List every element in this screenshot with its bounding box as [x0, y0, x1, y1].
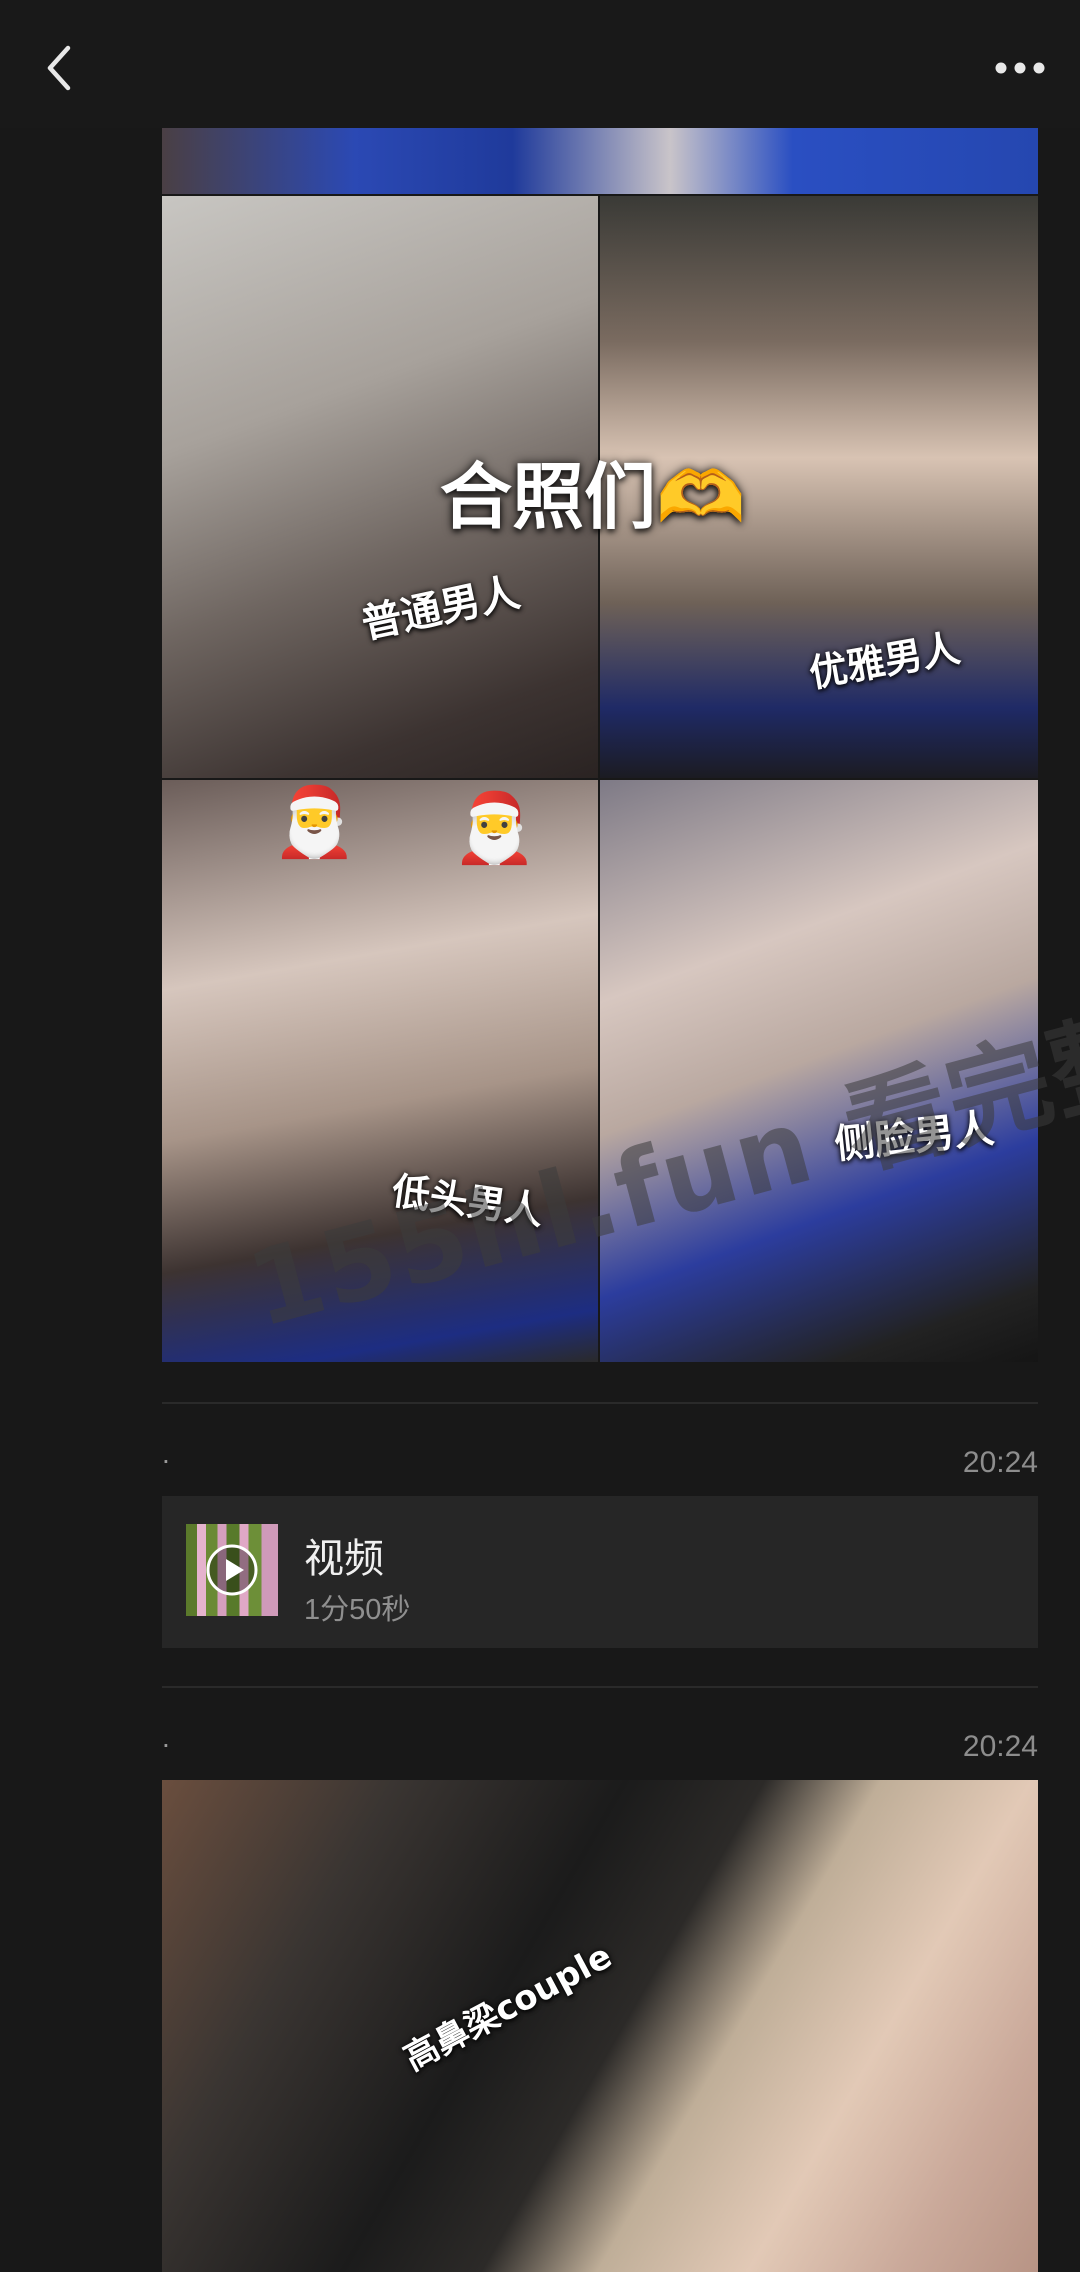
photo-label-couple: 高鼻梁couple — [397, 1936, 619, 2079]
divider — [162, 1686, 1038, 1688]
post-dot: . — [162, 1438, 170, 1469]
collage-photo-head-down[interactable]: 🎅 🎅 低头男人 — [162, 780, 598, 1362]
divider — [162, 1402, 1038, 1404]
video-title: 视频 — [304, 1537, 384, 1581]
collage-title: 合照们🫶 — [440, 455, 746, 539]
photo-label-side-face: 侧脸男人 — [832, 1105, 997, 1169]
santa-sticker-icon: 🎅 — [272, 784, 357, 860]
collage-photo-side-face[interactable]: 侧脸男人 — [600, 780, 1038, 1362]
collage-top-strip[interactable] — [162, 128, 1038, 194]
more-horizontal-icon — [995, 62, 1045, 74]
post-time: 20:24 — [962, 1446, 1038, 1479]
chevron-left-icon — [47, 45, 71, 91]
post-dot: . — [162, 1722, 170, 1753]
santa-sticker-icon: 🎅 — [452, 790, 537, 866]
more-options-button[interactable] — [988, 36, 1052, 100]
back-button[interactable] — [28, 36, 92, 100]
post-photo[interactable]: 高鼻梁couple — [162, 1780, 1038, 2272]
photo-label-head-down: 低头男人 — [389, 1168, 546, 1234]
video-card[interactable]: 视频 1分50秒 — [162, 1496, 1038, 1648]
post-time: 20:24 — [962, 1730, 1038, 1763]
photo-label-elegant: 优雅男人 — [805, 626, 964, 696]
play-circle-icon — [206, 1544, 258, 1596]
photo-label-normal: 普通男人 — [357, 569, 524, 649]
video-thumbnail — [186, 1524, 278, 1616]
top-bar — [0, 0, 1080, 128]
video-duration: 1分50秒 — [304, 1594, 411, 1626]
